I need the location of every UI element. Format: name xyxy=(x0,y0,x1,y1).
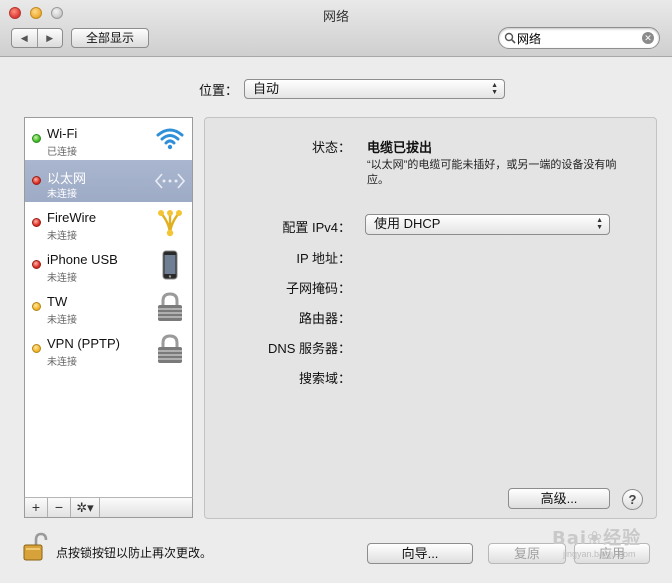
service-status: 未连接 xyxy=(47,273,77,284)
service-item-wifi[interactable]: Wi-Fi 已连接 xyxy=(25,118,192,160)
status-description: “以太网”的电缆可能未插好，或另一端的设备没有响应。 xyxy=(367,159,617,186)
iphone-icon xyxy=(162,250,178,280)
service-item-iphone-usb[interactable]: iPhone USB 未连接 xyxy=(25,244,192,286)
service-status: 未连接 xyxy=(47,315,77,326)
configure-ipv4-popup[interactable]: 使用 DHCP ▲ ▼ xyxy=(365,214,610,235)
forward-button[interactable]: ▶ xyxy=(36,29,63,47)
back-forward-control: ◀ ▶ xyxy=(11,28,63,48)
network-preferences-window: 网络 ◀ ▶ 全部显示 ✕ 位置： 自动 ▲▼ Wi-Fi 已连接 xyxy=(0,0,672,583)
service-name: iPhone USB xyxy=(47,252,118,267)
subnet-mask-label: 子网掩码： xyxy=(285,281,351,296)
search-domain-label: 搜索域： xyxy=(298,371,351,386)
status-label: 状态： xyxy=(311,140,351,155)
service-name: Wi-Fi xyxy=(47,126,78,141)
service-item-tw[interactable]: TW 未连接 xyxy=(25,286,192,328)
back-button[interactable]: ◀ xyxy=(12,29,37,47)
status-dot-icon xyxy=(32,344,41,353)
status-dot-icon xyxy=(32,260,41,269)
gear-menu-button[interactable]: ✲▾ xyxy=(71,498,100,517)
service-item-ethernet[interactable]: 以太网 未连接 xyxy=(25,160,192,202)
service-status: 未连接 xyxy=(47,357,77,368)
lock-message: 点按锁按钮以防止再次更改。 xyxy=(56,546,213,560)
service-name: TW xyxy=(47,294,68,309)
service-name: VPN (PPTP) xyxy=(47,336,120,351)
show-all-button[interactable]: 全部显示 xyxy=(71,28,149,48)
help-button[interactable]: ? xyxy=(622,489,643,510)
assist-me-button[interactable]: 向导... xyxy=(367,543,473,564)
service-status: 未连接 xyxy=(47,189,77,200)
service-item-vpn-pptp[interactable]: VPN (PPTP) 未连接 xyxy=(25,328,192,370)
status-dot-icon xyxy=(32,302,41,311)
wifi-icon xyxy=(156,128,184,150)
advanced-button[interactable]: 高级... xyxy=(508,488,610,509)
clear-search-icon[interactable]: ✕ xyxy=(642,32,654,44)
search-icon xyxy=(504,32,516,44)
ethernet-icon xyxy=(155,173,185,189)
service-list-toolbar: + − ✲▾ xyxy=(24,497,193,518)
location-popup[interactable]: 自动 ▲ ▼ xyxy=(244,79,505,99)
vpn-lock-icon xyxy=(158,292,182,321)
ip-address-label: IP 地址： xyxy=(296,251,351,266)
status-value: 电缆已拔出 xyxy=(367,140,433,155)
window-title: 网络 xyxy=(322,9,349,24)
remove-service-button[interactable]: − xyxy=(48,498,71,517)
status-dot-icon xyxy=(32,176,41,185)
service-list: Wi-Fi 已连接 以太网 未连接 FireWire 未连接 iPhone US… xyxy=(24,117,193,517)
title-bar: 网络 ◀ ▶ 全部显示 ✕ xyxy=(0,0,672,57)
status-dot-icon xyxy=(32,134,41,143)
service-name: FireWire xyxy=(47,210,97,225)
configure-ipv4-label: 配置 IPv4： xyxy=(282,220,351,235)
location-value: 自动 xyxy=(253,81,280,96)
lock-icon[interactable] xyxy=(22,532,48,562)
watermark-logo: Bai❀经验 xyxy=(552,528,642,549)
configure-ipv4-value: 使用 DHCP xyxy=(374,216,441,231)
location-label: 位置： xyxy=(199,83,239,98)
search-input[interactable] xyxy=(517,30,635,46)
dns-server-label: DNS 服务器： xyxy=(267,341,351,356)
watermark-url: jingyan.baidu.com xyxy=(563,549,636,559)
firewire-icon xyxy=(158,210,182,237)
service-item-firewire[interactable]: FireWire 未连接 xyxy=(25,202,192,244)
add-service-button[interactable]: + xyxy=(25,498,48,517)
popup-arrows-icon: ▲ ▼ xyxy=(596,217,603,231)
search-field[interactable]: ✕ xyxy=(498,27,660,49)
status-dot-icon xyxy=(32,218,41,227)
service-status: 未连接 xyxy=(47,231,77,242)
popup-arrows-icon: ▲ ▼ xyxy=(491,82,498,96)
vpn-lock-icon xyxy=(158,334,182,363)
service-status: 已连接 xyxy=(47,147,77,158)
router-label: 路由器： xyxy=(298,311,351,326)
